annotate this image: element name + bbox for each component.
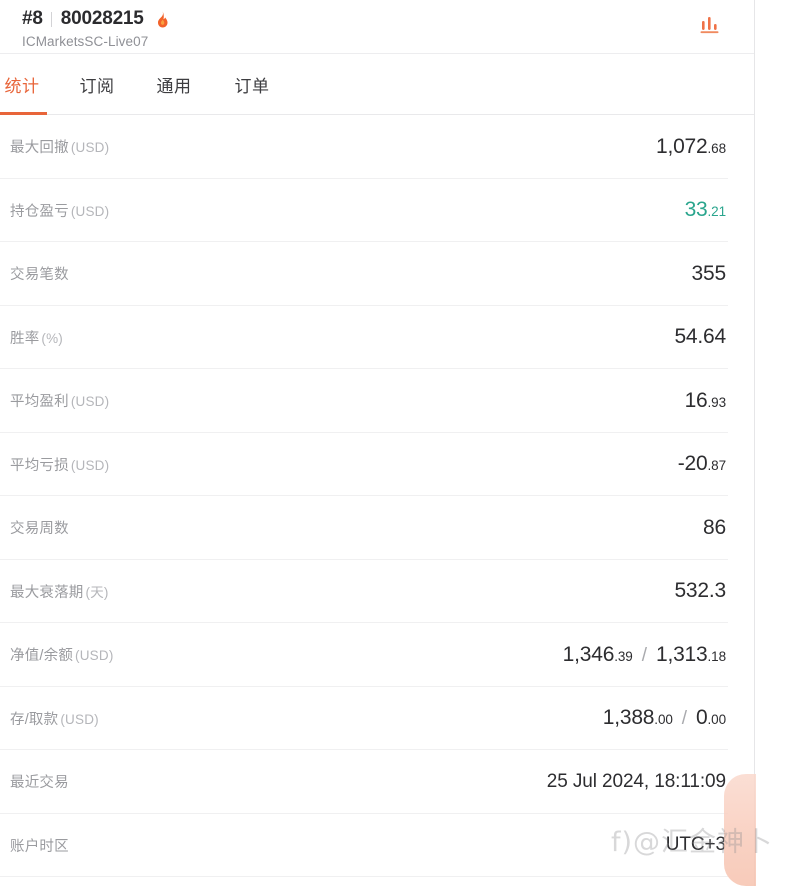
- stat-label: 存/取款 (USD): [10, 708, 99, 729]
- app-root: #8 80028215 ICMarketsSC-Live07 统计 订阅 通用 …: [0, 0, 787, 886]
- stat-value: UTC+3: [666, 834, 726, 856]
- stat-value: 532.3: [674, 579, 726, 603]
- stat-label-unit: (USD): [70, 140, 110, 156]
- stat-label: 胜率 (%): [10, 327, 63, 348]
- stat-value-text: 355: [691, 261, 727, 285]
- stat-row: 交易周数 86: [0, 496, 754, 560]
- stat-value: 86: [703, 516, 726, 540]
- stat-label-text: 账户时区: [10, 838, 69, 855]
- stat-value-text: 25 Jul 2024, 18:11:09: [546, 770, 726, 792]
- stat-label: 持仓盈亏 (USD): [10, 200, 109, 221]
- stat-label: 最大衰落期 (天): [10, 581, 109, 602]
- stat-value-separator: /: [641, 644, 647, 666]
- stat-value-text: 86: [703, 515, 726, 539]
- stat-label-unit: (天): [85, 584, 109, 600]
- tab-bar: 统计 订阅 通用 订单: [0, 54, 754, 115]
- title-divider: [50, 11, 52, 27]
- stat-label-unit: (USD): [70, 394, 110, 410]
- stat-row: 存/取款 (USD) 1,388.00/0.00: [0, 687, 754, 751]
- stat-label-text: 交易笔数: [10, 267, 69, 284]
- tab-general[interactable]: 通用: [150, 54, 198, 115]
- stat-label-unit: (USD): [60, 711, 99, 727]
- stat-row: 最大衰落期 (天) 532.3: [0, 560, 754, 624]
- account-panel: #8 80028215 ICMarketsSC-Live07 统计 订阅 通用 …: [0, 0, 766, 886]
- stat-value-integer-secondary: 0: [696, 706, 708, 730]
- stat-value-integer: 1,072: [655, 134, 708, 158]
- stat-label-unit: (USD): [75, 648, 114, 664]
- stat-label-text: 最大回撤: [10, 140, 69, 157]
- stat-value: 1,072.68: [656, 135, 726, 159]
- stat-label-text: 最近交易: [10, 775, 69, 792]
- stat-value-integer: 33: [684, 198, 708, 222]
- stat-value-decimal-secondary: .00: [707, 712, 727, 728]
- stat-label: 最近交易: [10, 771, 69, 792]
- stat-value-integer: 1,388: [602, 706, 655, 730]
- stat-value: 16.93: [684, 388, 727, 413]
- stat-value-decimal-secondary: .18: [707, 648, 727, 664]
- stat-row: 平均亏损 (USD) -20.87: [0, 433, 754, 497]
- stat-label-text: 胜率: [10, 330, 40, 347]
- stat-label: 最大回撤 (USD): [10, 136, 109, 157]
- stat-row: 净值/余额 (USD) 1,346.39 / 1,313.18: [0, 623, 754, 687]
- statistics-list: 最大回撤 (USD) 1,072.68 持仓盈亏 (USD) 33.21 交易笔数 355 胜率…: [0, 115, 754, 877]
- stat-label-text: 平均盈利: [10, 394, 69, 411]
- tab-orders[interactable]: 订单: [228, 54, 276, 115]
- stat-label-unit: (USD): [70, 203, 110, 219]
- stat-label-text: 交易周数: [10, 521, 69, 538]
- stat-value-integer: 1,346: [562, 642, 615, 666]
- bar-chart-icon: [700, 16, 718, 33]
- stat-value: 1,388.00/0.00: [603, 706, 726, 730]
- account-header: #8 80028215 ICMarketsSC-Live07: [0, 0, 754, 54]
- stat-value-integer: -20: [677, 452, 708, 476]
- stat-value: 355: [691, 261, 727, 286]
- stat-value-text: 532.3: [674, 579, 726, 603]
- right-gutter: [756, 0, 787, 886]
- stat-label: 净值/余额 (USD): [10, 644, 114, 665]
- stat-value-integer-secondary: 1,313: [655, 642, 708, 666]
- stat-value-decimal: .00: [654, 712, 673, 728]
- stat-label: 平均亏损 (USD): [10, 454, 109, 475]
- broker-name: ICMarketsSC-Live07: [22, 34, 149, 49]
- stat-label-text: 存/取款: [10, 711, 59, 728]
- stat-label-unit: (%): [41, 330, 64, 346]
- stat-value-separator: /: [681, 708, 688, 730]
- stat-value-text: 54.64: [674, 325, 726, 349]
- stat-row: 持仓盈亏 (USD) 33.21: [0, 179, 754, 243]
- tab-statistics[interactable]: 统计: [0, 54, 47, 115]
- stat-value-decimal: .93: [707, 394, 727, 410]
- stat-row: 交易笔数 355: [0, 242, 754, 306]
- stat-value: 1,346.39 / 1,313.18: [563, 643, 726, 667]
- stat-value-integer: 16: [684, 388, 708, 412]
- bar-chart-button[interactable]: [692, 8, 726, 42]
- account-rank: #8: [22, 8, 43, 29]
- account-title-line: #8 80028215: [22, 6, 754, 32]
- stat-value: 25 Jul 2024, 18:11:09: [547, 771, 726, 793]
- stat-row: 最大回撤 (USD) 1,072.68: [0, 115, 754, 179]
- tab-subscription[interactable]: 订阅: [73, 54, 121, 115]
- stat-label: 账户时区: [10, 835, 69, 856]
- stat-value: -20.87: [678, 452, 726, 476]
- account-number: 80028215: [60, 8, 144, 29]
- stat-label: 交易周数: [10, 517, 69, 538]
- stat-label: 交易笔数: [10, 263, 69, 284]
- stat-row: 平均盈利 (USD) 16.93: [0, 369, 754, 433]
- stat-label-text: 最大衰落期: [10, 584, 84, 601]
- stat-row: 胜率 (%) 54.64: [0, 306, 754, 370]
- stat-label-text: 净值/余额: [10, 648, 74, 665]
- stat-value: 54.64: [674, 325, 726, 349]
- stat-value-decimal: .87: [707, 458, 727, 474]
- stat-row: 账户时区 UTC+3: [0, 814, 754, 878]
- stat-label-text: 平均亏损: [10, 457, 69, 474]
- stat-label: 平均盈利 (USD): [10, 390, 109, 411]
- flame-icon: [155, 10, 170, 28]
- stat-label-text: 持仓盈亏: [10, 203, 69, 220]
- stat-value-decimal: .21: [707, 204, 727, 220]
- stat-label-unit: (USD): [70, 457, 110, 473]
- stat-value-decimal: .68: [707, 140, 727, 156]
- stat-row: 最近交易 25 Jul 2024, 18:11:09: [0, 750, 754, 814]
- stat-value: 33.21: [684, 198, 727, 222]
- stat-value-text: UTC+3: [665, 834, 726, 856]
- stat-value-decimal: .39: [614, 648, 633, 664]
